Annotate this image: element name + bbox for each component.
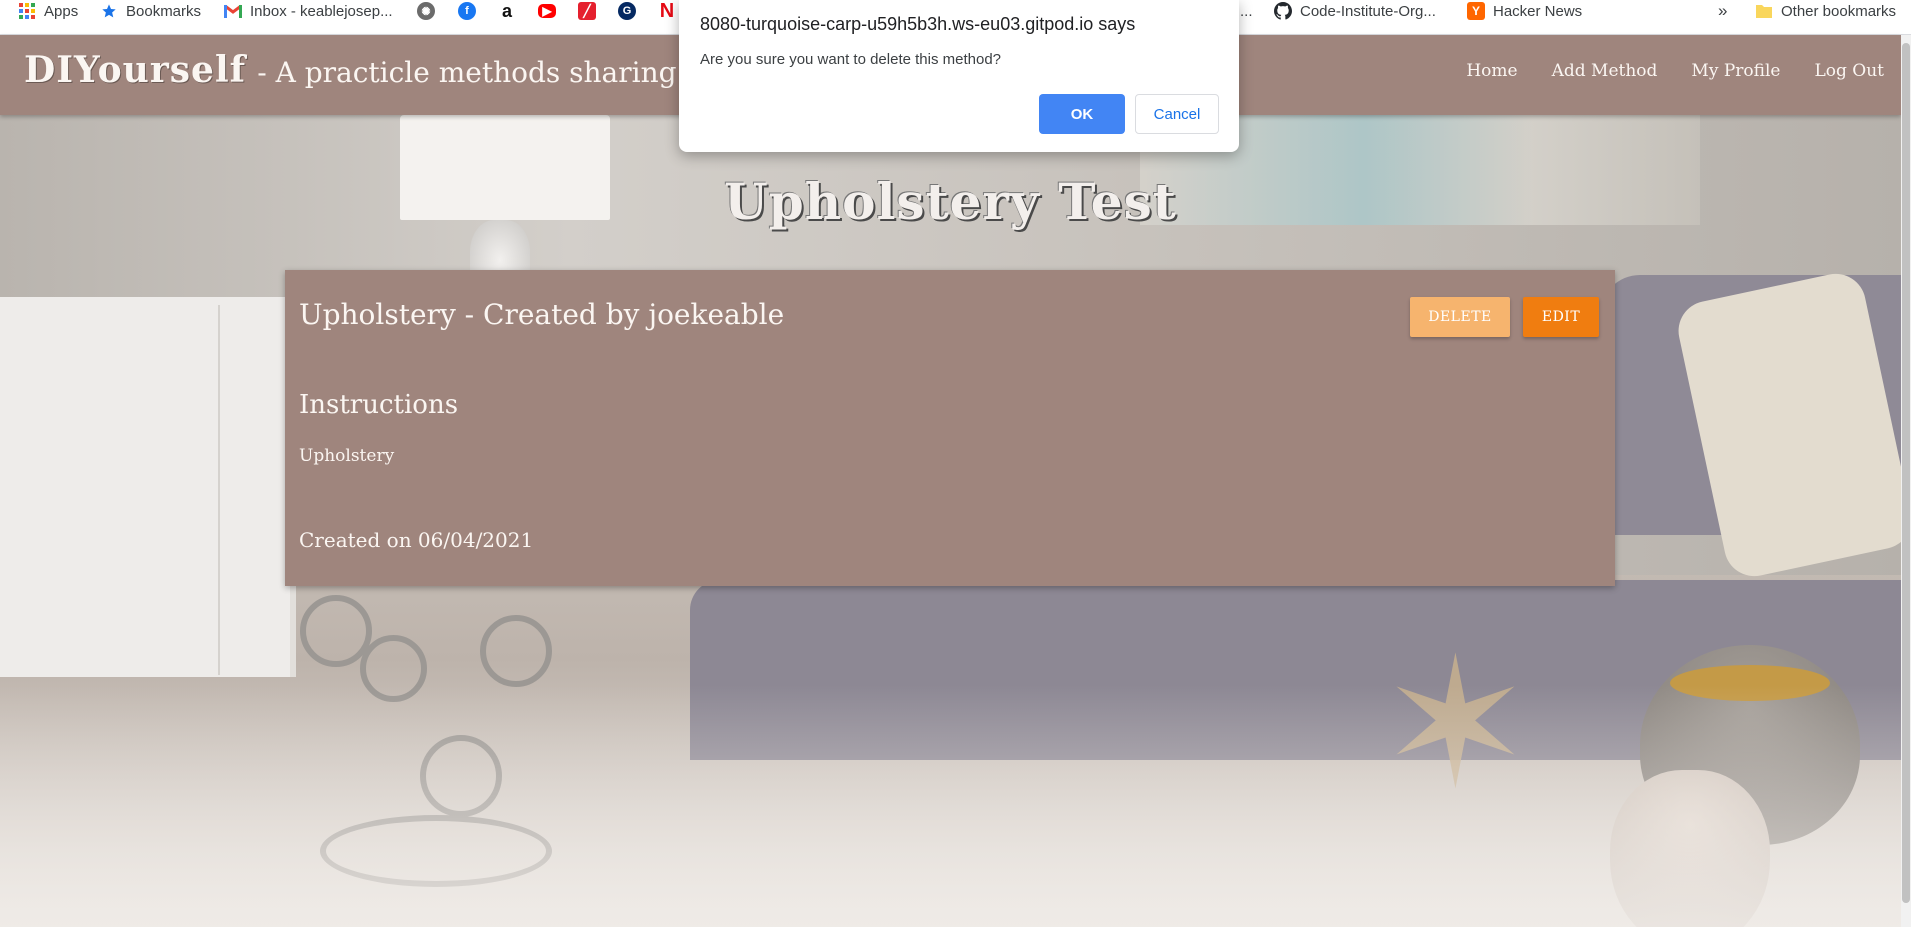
bookmark-amazon[interactable]: a <box>498 0 524 22</box>
side-table-ring <box>480 615 552 687</box>
bookmark-hacker-news-label: Hacker News <box>1493 2 1583 20</box>
bookmark-red-app[interactable]: ╱ <box>578 0 596 22</box>
white-cabinet <box>0 297 296 677</box>
gmail-icon <box>224 2 242 20</box>
bookmark-truncated-label: ... <box>1240 2 1253 20</box>
instructions-text: Upholstery <box>299 446 395 466</box>
bookmark-gmail-label: Inbox - keablejosep... <box>250 2 393 20</box>
bookmark-facebook[interactable]: f <box>458 0 476 22</box>
floor-fade <box>0 685 1901 927</box>
guardian-icon: G <box>618 2 636 20</box>
edit-button[interactable]: EDIT <box>1523 297 1599 337</box>
bookmark-guardian[interactable]: G <box>618 0 636 22</box>
dialog-origin: 8080-turquoise-carp-u59h5b3h.ws-eu03.git… <box>700 14 1136 34</box>
page-title: Upholstery Test <box>724 172 1177 231</box>
nav-my-profile[interactable]: My Profile <box>1691 61 1780 81</box>
bookmark-gmail[interactable]: Inbox - keablejosep... <box>224 0 393 22</box>
confirm-dialog: 8080-turquoise-carp-u59h5b3h.ws-eu03.git… <box>679 0 1239 152</box>
amazon-icon: a <box>501 0 512 21</box>
github-icon <box>1274 2 1292 20</box>
method-heading: Upholstery - Created by joekeable <box>299 298 785 331</box>
dialog-ok-button[interactable]: OK <box>1039 94 1125 134</box>
instructions-heading: Instructions <box>299 390 459 420</box>
chevron-double-right-icon: » <box>1718 1 1728 20</box>
brand[interactable]: DIYourself - A practicle methods sharing… <box>24 49 726 91</box>
nav-add-method[interactable]: Add Method <box>1552 61 1658 81</box>
star-icon <box>100 2 118 20</box>
other-bookmarks-label: Other bookmarks <box>1781 2 1897 20</box>
netflix-icon: N <box>659 0 675 22</box>
delete-button[interactable]: DELETE <box>1410 297 1510 337</box>
nav-links: Home Add Method My Profile Log Out <box>1466 61 1884 81</box>
folder-icon <box>1755 2 1773 20</box>
bookmark-github-label: Code-Institute-Org... <box>1300 2 1436 20</box>
scrollbar-thumb[interactable] <box>1902 43 1910 903</box>
hacker-news-icon: Y <box>1467 2 1485 20</box>
brand-tagline: - A practicle methods sharing for <box>257 56 727 89</box>
method-card: Upholstery - Created by joekeable DELETE… <box>285 270 1615 586</box>
bookmark-youtube[interactable]: ▶ <box>538 0 556 22</box>
bookmark-apps-label: Apps <box>44 2 79 20</box>
facebook-icon: f <box>458 2 476 20</box>
created-date: Created on 06/04/2021 <box>299 528 534 552</box>
bookmark-hacker-news[interactable]: Y Hacker News <box>1467 0 1582 22</box>
nav-home[interactable]: Home <box>1466 61 1517 81</box>
other-bookmarks[interactable]: Other bookmarks <box>1755 0 1896 22</box>
pen-icon: ╱ <box>578 2 596 20</box>
bookmark-github[interactable]: Code-Institute-Org... <box>1274 0 1436 22</box>
nav-log-out[interactable]: Log Out <box>1814 61 1884 81</box>
bookmark-apps[interactable]: Apps <box>18 0 78 22</box>
cabinet-door-line <box>218 305 220 675</box>
bookmark-bookmarks[interactable]: Bookmarks <box>100 0 201 22</box>
bookmark-bookmarks-label: Bookmarks <box>126 2 202 20</box>
apps-grid-icon <box>18 2 36 20</box>
bookmark-truncated[interactable]: ... <box>1240 0 1253 22</box>
youtube-icon: ▶ <box>538 4 556 18</box>
brand-logo: DIYourself <box>24 49 247 91</box>
more-bookmarks-button[interactable]: » <box>1718 0 1727 22</box>
spinner-icon: ✺ <box>417 2 435 20</box>
dialog-message: Are you sure you want to delete this met… <box>700 51 1002 68</box>
bookmark-fidget[interactable]: ✺ <box>417 0 435 22</box>
dialog-cancel-button[interactable]: Cancel <box>1135 94 1219 134</box>
page-scrollbar[interactable] <box>1901 35 1911 927</box>
